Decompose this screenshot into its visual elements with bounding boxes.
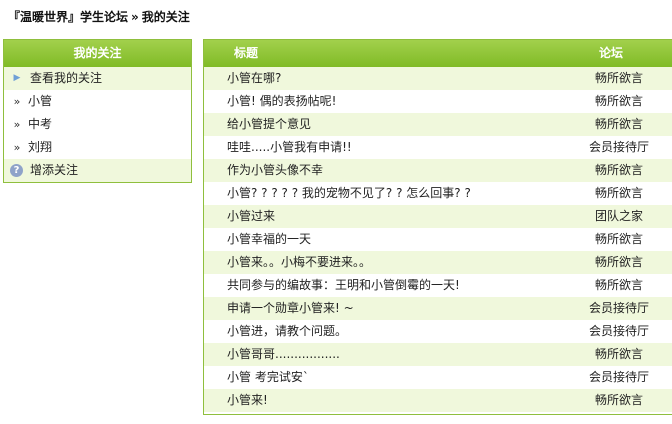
breadcrumb: 『温暖世界』学生论坛» 我的关注 <box>8 8 190 25</box>
thread-forum: 会员接待厅 <box>588 140 649 154</box>
triangle-right-icon: ▶ <box>13 73 21 83</box>
my-follows-panel-title: 我的关注 <box>4 40 191 67</box>
table-row: 共同参与的编故事：王明和小管倒霉的一天! 畅所欲言 <box>204 274 672 297</box>
thread-title-link[interactable]: 申请一个勋章小管来! ~ <box>227 297 354 320</box>
thread-forum: 会员接待厅 <box>588 301 649 315</box>
column-header-title: 标题 <box>234 46 259 60</box>
thread-title-link[interactable]: 作为小管头像不幸 <box>227 159 323 182</box>
table-row: 作为小管头像不幸 畅所欲言 <box>204 159 672 182</box>
sidebar-item-label: 查看我的关注 <box>30 71 103 85</box>
table-row: 小管来。。小梅不要进来。。 畅所欲言 <box>204 251 672 274</box>
thread-forum: 畅所欲言 <box>594 393 643 407</box>
help-icon: ? <box>10 164 23 177</box>
thread-title-link[interactable]: 小管 考完试安` <box>227 366 309 389</box>
double-chevron-icon: » <box>13 95 21 108</box>
table-row: 小管? ? ? ? ? 我的宠物不见了? ? 怎么回事? ? 畅所欲言 <box>204 182 672 205</box>
page: 『温暖世界』学生论坛» 我的关注 我的关注 ▶ 查看我的关注 » 小管 » 中考 … <box>0 0 672 424</box>
table-row: 小管 考完试安` 会员接待厅 <box>204 366 672 389</box>
double-chevron-icon: » <box>13 141 21 154</box>
sidebar-item-label: 中考 <box>28 117 53 131</box>
sidebar-item-label: 增添关注 <box>30 163 79 177</box>
sidebar-item-xiaoguan[interactable]: » 小管 <box>4 90 191 113</box>
thread-forum: 会员接待厅 <box>588 370 649 384</box>
thread-forum: 会员接待厅 <box>588 324 649 338</box>
table-row: 小管哥哥................. 畅所欲言 <box>204 343 672 366</box>
followed-threads-table: 标题 论坛 小管在哪? 畅所欲言 小管! 偶的表扬帖呢! 畅所欲言 给小管提个意… <box>203 39 672 415</box>
thread-title-link[interactable]: 给小管提个意见 <box>227 113 311 136</box>
table-row: 给小管提个意见 畅所欲言 <box>204 113 672 136</box>
table-header: 标题 论坛 <box>204 40 672 67</box>
sidebar-item-label: 刘翔 <box>28 140 53 154</box>
table-row: 小管幸福的一天 畅所欲言 <box>204 228 672 251</box>
thread-forum: 畅所欲言 <box>594 117 643 131</box>
breadcrumb-site-link[interactable]: 『温暖世界』学生论坛 <box>8 10 128 24</box>
table-row: 小管进，请教个问题。 会员接待厅 <box>204 320 672 343</box>
thread-forum: 畅所欲言 <box>594 94 643 108</box>
thread-title-link[interactable]: 小管进，请教个问题。 <box>227 320 347 343</box>
table-row: 小管来! 畅所欲言 <box>204 389 672 412</box>
table-row: 小管过来 团队之家 <box>204 205 672 228</box>
thread-title-link[interactable]: 小管? ? ? ? ? 我的宠物不见了? ? 怎么回事? ? <box>227 182 471 205</box>
breadcrumb-separator: » <box>131 10 139 24</box>
table-row: 小管! 偶的表扬帖呢! 畅所欲言 <box>204 90 672 113</box>
sidebar-item-zhongkao[interactable]: » 中考 <box>4 113 191 136</box>
breadcrumb-current: 我的关注 <box>141 10 190 24</box>
thread-title-link[interactable]: 小管来! <box>227 389 268 412</box>
column-header-forum: 论坛 <box>599 46 624 60</box>
sidebar-item-view-follows[interactable]: ▶ 查看我的关注 <box>4 67 191 90</box>
thread-title-link[interactable]: 哇哇.....小管我有申请!! <box>227 136 352 159</box>
sidebar-item-label: 小管 <box>28 94 53 108</box>
thread-forum: 畅所欲言 <box>594 163 643 177</box>
thread-forum: 畅所欲言 <box>594 71 643 85</box>
thread-forum: 畅所欲言 <box>594 232 643 246</box>
thread-title-link[interactable]: 共同参与的编故事：王明和小管倒霉的一天! <box>227 274 460 297</box>
thread-forum: 畅所欲言 <box>594 278 643 292</box>
my-follows-panel: 我的关注 ▶ 查看我的关注 » 小管 » 中考 » 刘翔 ? 增添关注 <box>3 39 192 183</box>
table-row: 哇哇.....小管我有申请!! 会员接待厅 <box>204 136 672 159</box>
thread-forum: 畅所欲言 <box>594 186 643 200</box>
sidebar-item-liuxiang[interactable]: » 刘翔 <box>4 136 191 159</box>
thread-title-link[interactable]: 小管! 偶的表扬帖呢! <box>227 90 336 113</box>
thread-forum: 团队之家 <box>594 209 643 223</box>
table-row: 申请一个勋章小管来! ~ 会员接待厅 <box>204 297 672 320</box>
thread-title-link[interactable]: 小管来。。小梅不要进来。。 <box>227 251 371 274</box>
thread-title-link[interactable]: 小管幸福的一天 <box>227 228 311 251</box>
thread-title-link[interactable]: 小管过来 <box>227 205 275 228</box>
thread-forum: 畅所欲言 <box>594 255 643 269</box>
sidebar-item-add-follow[interactable]: ? 增添关注 <box>4 159 191 182</box>
thread-forum: 畅所欲言 <box>594 347 643 361</box>
thread-title-link[interactable]: 小管在哪? <box>227 67 281 90</box>
thread-title-link[interactable]: 小管哥哥................. <box>227 343 340 366</box>
table-row: 小管在哪? 畅所欲言 <box>204 67 672 90</box>
double-chevron-icon: » <box>13 118 21 131</box>
